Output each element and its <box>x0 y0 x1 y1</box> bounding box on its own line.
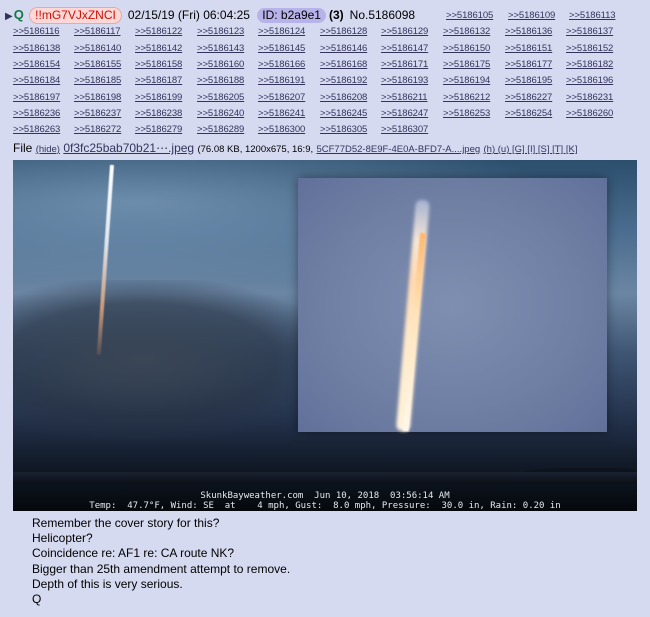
backlink[interactable]: >>5186147 <box>381 43 428 54</box>
backlink[interactable]: >>5186123 <box>197 26 244 37</box>
backlink[interactable]: >>5186182 <box>566 59 613 70</box>
post-body-line: Coincidence re: AF1 re: CA route NK? <box>32 546 235 561</box>
original-filename-link[interactable]: 5CF77D52-8E9F-4E0A-BFD7-A....jpeg <box>316 144 480 155</box>
post-menu-arrow-icon[interactable]: ▶ <box>5 11 13 22</box>
backlink[interactable]: >>5186177 <box>505 59 552 70</box>
backlink[interactable]: >>5186241 <box>258 108 305 119</box>
zoomed-inset-image <box>298 178 607 432</box>
post-number-link[interactable]: No.5186098 <box>350 8 415 22</box>
backlink[interactable]: >>5186253 <box>443 108 490 119</box>
backlink[interactable]: >>5186188 <box>197 75 244 86</box>
backlink[interactable]: >>5186124 <box>258 26 305 37</box>
backlink[interactable]: >>5186289 <box>197 124 244 135</box>
backlink[interactable]: >>5186122 <box>135 26 182 37</box>
file-meta: (76.08 KB, 1200x675, 16:9, <box>197 144 314 155</box>
backlink[interactable]: >>5186245 <box>320 108 367 119</box>
horizon-shoreline <box>13 472 637 484</box>
backlink[interactable]: >>5186116 <box>13 26 60 37</box>
backlink[interactable]: >>5186272 <box>74 124 121 135</box>
backlink[interactable]: >>5186150 <box>443 43 490 54</box>
backlink[interactable]: >>5186305 <box>320 124 367 135</box>
backlink[interactable]: >>5186205 <box>197 92 244 103</box>
backlink[interactable]: >>5186158 <box>135 59 182 70</box>
post-body-line: Depth of this is very serious. <box>32 576 183 591</box>
backlink[interactable]: >>5186151 <box>505 43 552 54</box>
backlink[interactable]: >>5186129 <box>381 26 428 37</box>
backlink[interactable]: >>5186154 <box>13 59 60 70</box>
poster-name: Q <box>13 7 24 22</box>
backlink[interactable]: >>5186211 <box>381 92 428 103</box>
backlink[interactable]: >>5186199 <box>135 92 182 103</box>
cloud-layer <box>13 280 333 440</box>
backlink[interactable]: >>5186142 <box>135 43 182 54</box>
backlink[interactable]: >>5186137 <box>566 26 613 37</box>
backlink[interactable]: >>5186300 <box>258 124 305 135</box>
backlink[interactable]: >>5186143 <box>197 43 244 54</box>
backlink[interactable]: >>5186140 <box>74 43 121 54</box>
backlink[interactable]: >>5186307 <box>381 124 428 135</box>
weather-caption-line2: Temp: 47.7°F, Wind: SE at 4 mph, Gust: 8… <box>89 501 561 511</box>
backlink[interactable]: >>5186208 <box>320 92 367 103</box>
backlink[interactable]: >>5186136 <box>505 26 552 37</box>
backlink[interactable]: >>5186247 <box>381 108 428 119</box>
backlink[interactable]: >>5186198 <box>74 92 121 103</box>
backlink[interactable]: >>5186145 <box>258 43 305 54</box>
backlink[interactable]: >>5186195 <box>505 75 552 86</box>
file-name-link[interactable]: 0f3fc25bab70b21⋯.jpeg <box>63 141 194 155</box>
post-datetime: 02/15/19 (Fri) 06:04:25 <box>127 8 250 22</box>
backlink[interactable]: >>5186109 <box>508 10 555 21</box>
backlink[interactable]: >>5186138 <box>13 43 60 54</box>
post-body-line: Helicopter? <box>32 531 93 546</box>
backlink[interactable]: >>5186184 <box>13 75 60 86</box>
post: ▶Q !!mG7VJxZNCI 02/15/19 (Fri) 06:04:25 I… <box>0 0 650 617</box>
backlink[interactable]: >>5186237 <box>74 108 121 119</box>
backlink[interactable]: >>5186279 <box>135 124 182 135</box>
file-tools-links[interactable]: (h) (u) [G] [I] [S] [T] [K] <box>484 144 578 155</box>
tripcode: !!mG7VJxZNCI <box>29 7 122 24</box>
backlink[interactable]: >>5186155 <box>74 59 121 70</box>
hide-file-link[interactable]: (hide) <box>36 144 60 155</box>
backlink[interactable]: >>5186192 <box>320 75 367 86</box>
backlink[interactable]: >>5186185 <box>74 75 121 86</box>
backlink[interactable]: >>5186152 <box>566 43 613 54</box>
backlink[interactable]: >>5186197 <box>13 92 60 103</box>
backlink[interactable]: >>5186207 <box>258 92 305 103</box>
poster-id-badge[interactable]: ID: b2a9e1 <box>257 8 326 23</box>
backlink[interactable]: >>5186231 <box>566 92 613 103</box>
weather-caption-line1: SkunkBayweather.com Jun 10, 2018 03:56:1… <box>200 491 450 501</box>
post-body-line: Q <box>32 592 42 607</box>
post-body-line: Remember the cover story for this? <box>32 516 220 530</box>
backlink[interactable]: >>5186168 <box>320 59 367 70</box>
backlink[interactable]: >>5186193 <box>381 75 428 86</box>
backlink[interactable]: >>5186166 <box>258 59 305 70</box>
backlink[interactable]: >>5186238 <box>135 108 182 119</box>
post-body: Remember the cover story for this? Helico… <box>32 516 290 607</box>
backlink[interactable]: >>5186240 <box>197 108 244 119</box>
backlink[interactable]: >>5186105 <box>446 10 493 21</box>
backlink[interactable]: >>5186146 <box>320 43 367 54</box>
backlink[interactable]: >>5186212 <box>443 92 490 103</box>
backlink[interactable]: >>5186227 <box>505 92 552 103</box>
backlink[interactable]: >>5186260 <box>566 108 613 119</box>
id-post-count: (3) <box>328 8 344 22</box>
backlink[interactable]: >>5186187 <box>135 75 182 86</box>
backlink[interactable]: >>5186128 <box>320 26 367 37</box>
post-image[interactable]: SkunkBayweather.com Jun 10, 2018 03:56:1… <box>13 160 637 511</box>
post-body-line: Bigger than 25th amendment attempt to re… <box>32 561 291 576</box>
file-label: File <box>13 141 33 155</box>
backlink[interactable]: >>5186254 <box>505 108 552 119</box>
backlink[interactable]: >>5186132 <box>443 26 490 37</box>
backlink[interactable]: >>5186191 <box>258 75 305 86</box>
file-info-line: File (hide) 0f3fc25bab70b21⋯.jpeg (76.08… <box>13 141 577 157</box>
backlink[interactable]: >>5186236 <box>13 108 60 119</box>
backlink[interactable]: >>5186113 <box>569 10 616 21</box>
backlink[interactable]: >>5186171 <box>381 59 428 70</box>
backlink[interactable]: >>5186196 <box>566 75 613 86</box>
backlink[interactable]: >>5186194 <box>443 75 490 86</box>
backlink[interactable]: >>5186175 <box>443 59 490 70</box>
backlink[interactable]: >>5186117 <box>74 26 121 37</box>
backlink[interactable]: >>5186263 <box>13 124 60 135</box>
backlink[interactable]: >>5186160 <box>197 59 244 70</box>
